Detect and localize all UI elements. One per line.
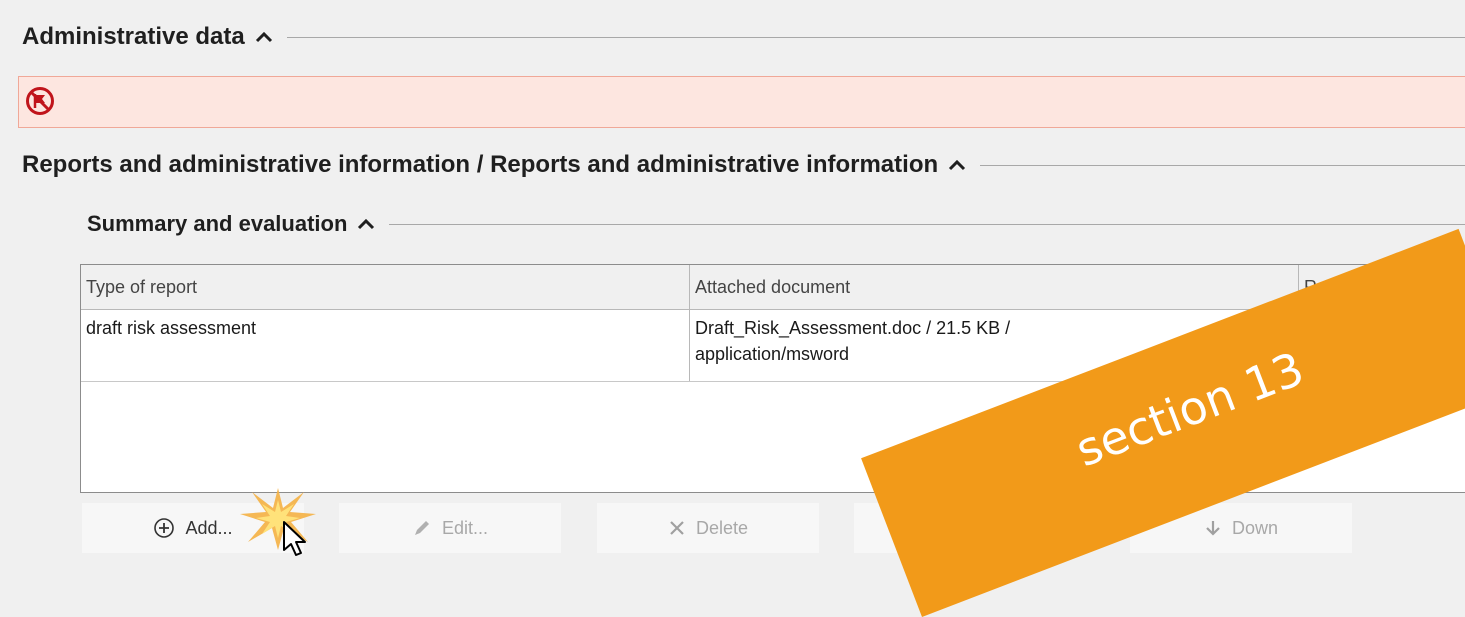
administrative-data-header: Administrative data (22, 20, 1465, 54)
close-icon (668, 519, 686, 537)
plus-circle-icon (153, 517, 175, 539)
mouse-cursor-icon (282, 520, 308, 563)
column-header-type-of-report[interactable]: Type of report (81, 265, 690, 309)
section-divider (389, 223, 1465, 225)
section-divider (980, 164, 1465, 166)
summary-evaluation-header: Summary and evaluation (87, 208, 1465, 240)
collapse-chevron-up-icon[interactable] (948, 158, 966, 172)
pencil-icon (412, 518, 432, 538)
validation-error-bar (18, 76, 1465, 128)
edit-button-label: Edit... (441, 517, 489, 538)
edit-button[interactable]: Edit... (339, 503, 561, 553)
delete-button[interactable]: Delete (597, 503, 819, 553)
reports-section-header: Reports and administrative information /… (22, 148, 1465, 182)
column-header-attached-document[interactable]: Attached document (690, 265, 1299, 309)
add-button-label: Add... (185, 517, 233, 538)
section-divider (286, 36, 1465, 38)
summary-evaluation-title: Summary and evaluation (87, 211, 348, 236)
collapse-chevron-up-icon[interactable] (255, 30, 273, 44)
move-down-button-label: Down (1231, 517, 1279, 538)
type-of-report-cell: draft risk assessment (81, 309, 690, 381)
reports-section-title: Reports and administrative information /… (22, 151, 939, 178)
collapse-chevron-up-icon[interactable] (357, 217, 375, 231)
administrative-data-title: Administrative data (22, 23, 245, 50)
table-header-row: Type of report Attached document Remarks (81, 265, 1465, 310)
delete-button-label: Delete (695, 517, 749, 538)
arrow-down-icon (1204, 519, 1222, 537)
no-entry-flag-icon (25, 86, 55, 121)
